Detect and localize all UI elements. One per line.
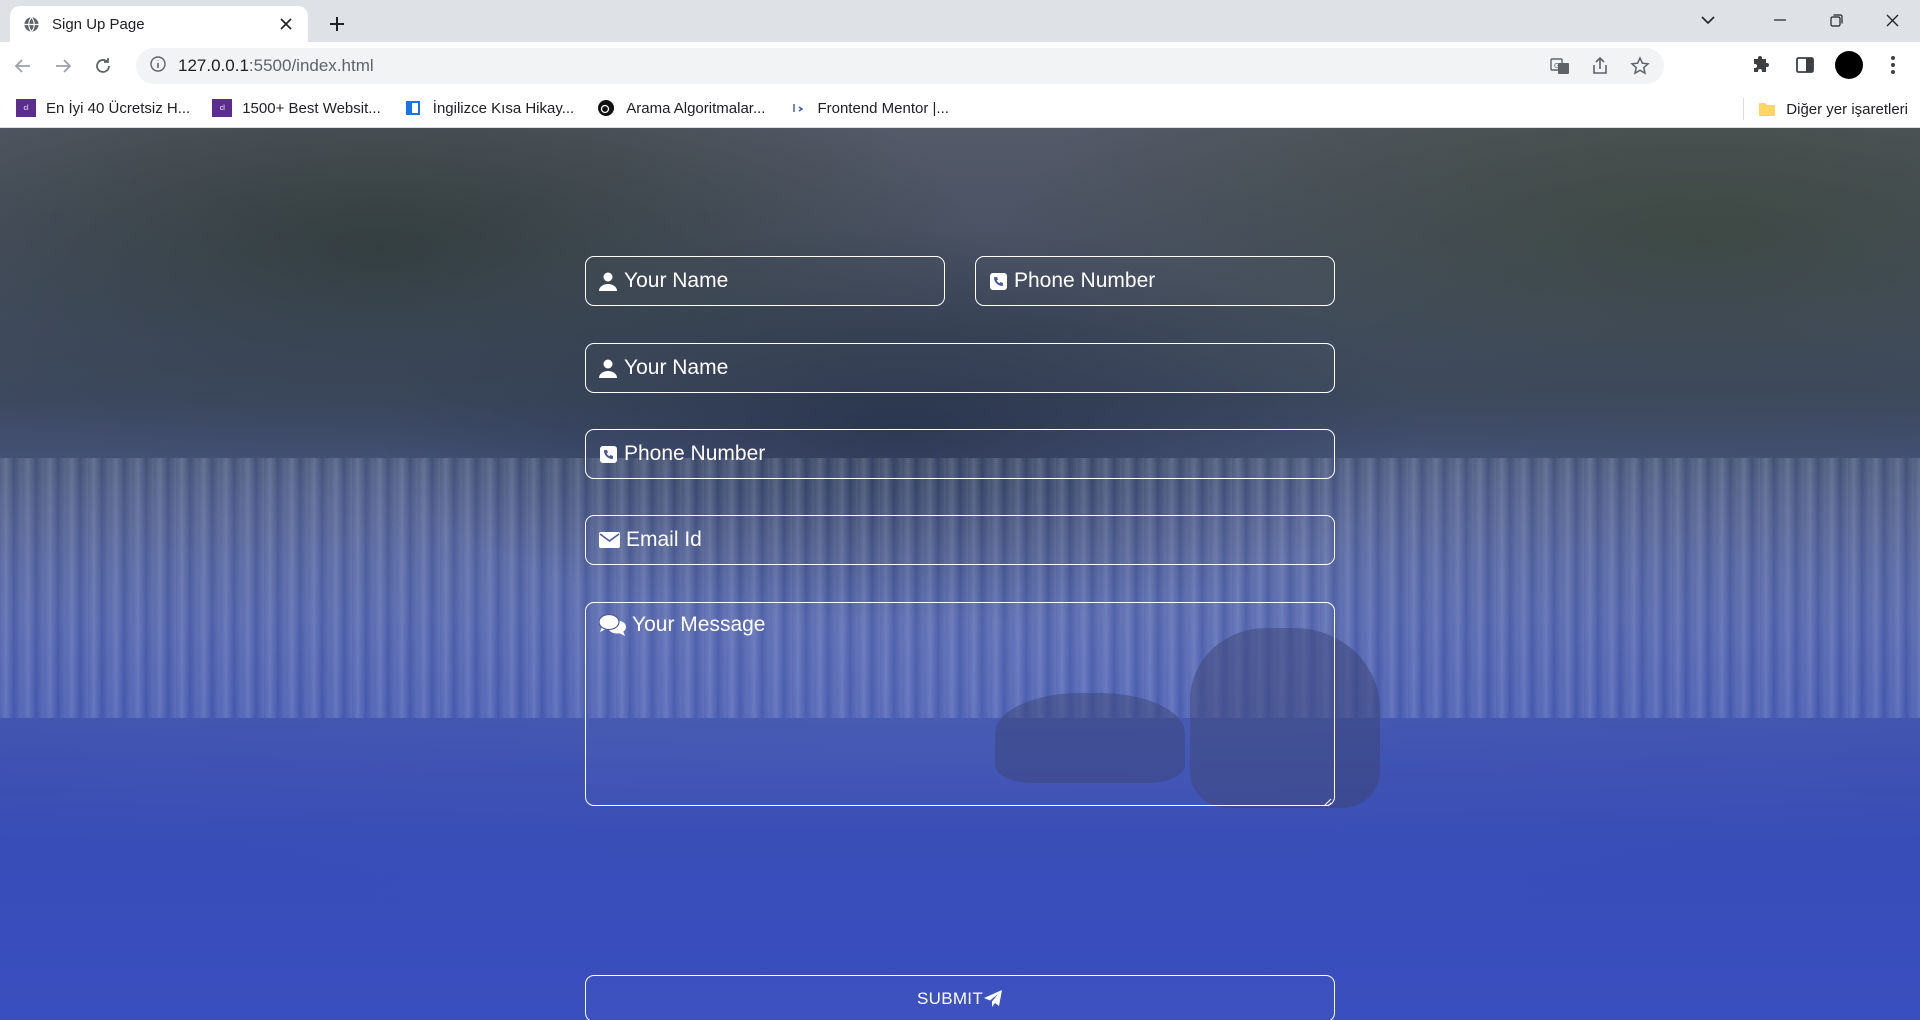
email-placeholder: Email Id [626, 528, 702, 551]
close-window-icon[interactable] [1864, 0, 1920, 40]
folder-icon [1758, 100, 1776, 118]
window-icon [403, 99, 423, 117]
window-controls [1752, 0, 1920, 40]
colorlib-icon: cl [212, 99, 233, 117]
tab-search-chevron-icon[interactable] [1694, 6, 1722, 34]
name-placeholder: Your Name [624, 269, 729, 292]
minimize-icon[interactable] [1752, 0, 1808, 40]
phone-input[interactable]: Phone Number [585, 429, 1335, 479]
extensions-puzzle-icon[interactable] [1744, 48, 1778, 82]
user-icon [598, 271, 618, 291]
bookmark-label: 1500+ Best Websit... [242, 99, 381, 117]
svg-text:G: G [1554, 62, 1559, 70]
submit-label: SUBMIT [916, 988, 984, 1008]
message-placeholder: Your Message [632, 613, 766, 636]
omnibox-actions: G [1546, 52, 1654, 80]
bookmark-item[interactable]: İngilizce Kısa Hikay... [403, 99, 574, 117]
comments-icon [598, 613, 626, 637]
profile-avatar[interactable] [1832, 48, 1866, 82]
reload-icon[interactable] [86, 49, 120, 83]
site-info-icon[interactable] [150, 55, 166, 77]
bookmark-star-icon[interactable] [1626, 52, 1654, 80]
tab-title: Sign Up Page [52, 15, 145, 33]
share-icon[interactable] [1586, 52, 1614, 80]
bookmark-item[interactable]: Arama Algoritmalar... [596, 99, 765, 117]
url-text: 127.0.0.1:5500/index.html [178, 56, 374, 76]
url-path: :5500/index.html [248, 56, 374, 75]
bookmark-item[interactable]: cl 1500+ Best Websit... [212, 99, 381, 117]
url-host: 127.0.0.1 [178, 56, 249, 75]
name-input[interactable]: Your Name [585, 343, 1335, 393]
user-icon [598, 358, 618, 378]
phone-input-short[interactable]: Phone Number [975, 256, 1335, 306]
colorlib-icon: cl [16, 99, 36, 117]
frontend-mentor-icon [787, 99, 807, 117]
name-input-short[interactable]: Your Name [585, 256, 945, 306]
bookmark-item[interactable]: cl En İyi 40 Ücretsiz H... [16, 99, 190, 117]
submit-button[interactable]: SUBMIT [585, 975, 1335, 1020]
bookmark-item[interactable]: Frontend Mentor |... [787, 99, 949, 117]
resize-handle-icon[interactable] [1323, 794, 1332, 807]
more-menu-icon[interactable] [1876, 48, 1910, 82]
tab-strip: Sign Up Page [0, 0, 1920, 42]
phone-placeholder: Phone Number [1014, 269, 1156, 292]
browser-toolbar: 127.0.0.1:5500/index.html G [0, 42, 1920, 89]
other-bookmarks[interactable]: Diğer yer işaretleri [1743, 98, 1908, 120]
globe-icon [22, 15, 40, 33]
paper-plane-icon [984, 989, 1003, 1008]
bookmark-label: İngilizce Kısa Hikay... [432, 99, 575, 117]
other-bookmarks-label: Diğer yer işaretleri [1786, 100, 1908, 118]
translate-icon[interactable]: G [1546, 52, 1574, 80]
browser-tab[interactable]: Sign Up Page [10, 6, 308, 42]
restore-icon[interactable] [1808, 0, 1864, 40]
new-tab-button[interactable] [322, 9, 352, 39]
bookmark-label: Frontend Mentor |... [817, 99, 949, 117]
close-tab-icon[interactable] [276, 14, 296, 34]
side-panel-icon[interactable] [1788, 48, 1822, 82]
email-input[interactable]: Email Id [585, 515, 1335, 565]
back-arrow-icon[interactable] [6, 49, 40, 83]
circle-logo-icon [596, 99, 616, 117]
address-bar[interactable]: 127.0.0.1:5500/index.html G [136, 48, 1664, 84]
forward-arrow-icon[interactable] [46, 49, 80, 83]
bookmark-label: Arama Algoritmalar... [626, 99, 766, 117]
bookmark-label: En İyi 40 Ücretsiz H... [46, 99, 191, 117]
phone-placeholder: Phone Number [624, 442, 766, 465]
phone-square-icon [598, 444, 618, 464]
page-viewport: Your Name Phone Number Your Name Phone N… [0, 128, 1920, 1020]
phone-square-icon [988, 271, 1008, 291]
envelope-icon [598, 530, 620, 550]
message-textarea[interactable]: Your Message [585, 602, 1335, 807]
bookmarks-bar: cl En İyi 40 Ücretsiz H... cl 1500+ Best… [0, 89, 1920, 128]
toolbar-actions [1744, 48, 1910, 82]
name-placeholder: Your Name [624, 356, 729, 379]
